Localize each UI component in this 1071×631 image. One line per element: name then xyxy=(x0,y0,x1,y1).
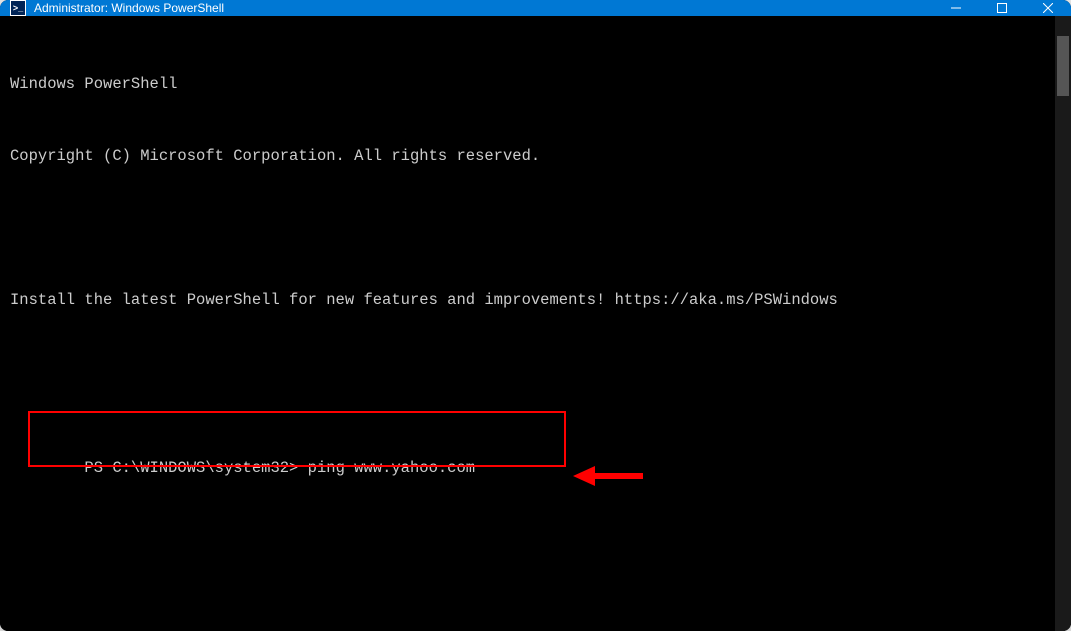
output-line: Copyright (C) Microsoft Corporation. All… xyxy=(10,144,1045,168)
close-button[interactable] xyxy=(1025,0,1071,16)
blank-line xyxy=(10,360,1045,384)
blank-line xyxy=(10,216,1045,240)
maximize-button[interactable] xyxy=(979,0,1025,16)
powershell-window: >_ Administrator: Windows PowerShell Win… xyxy=(0,0,1071,631)
scrollbar[interactable] xyxy=(1055,16,1071,631)
command-line: PS C:\WINDOWS\system32> ping www.yahoo.c… xyxy=(10,432,1045,528)
blank-line xyxy=(10,576,1045,600)
output-line: Windows PowerShell xyxy=(10,72,1045,96)
prompt-command: PS C:\WINDOWS\system32> ping www.yahoo.c… xyxy=(84,459,475,477)
arrow-annotation-icon xyxy=(480,440,645,520)
minimize-button[interactable] xyxy=(933,0,979,16)
window-controls xyxy=(933,0,1071,16)
window-title: Administrator: Windows PowerShell xyxy=(34,1,933,15)
output-line: Install the latest PowerShell for new fe… xyxy=(10,288,1045,312)
terminal-area: Windows PowerShell Copyright (C) Microso… xyxy=(0,16,1071,631)
powershell-icon: >_ xyxy=(10,0,26,16)
terminal-output[interactable]: Windows PowerShell Copyright (C) Microso… xyxy=(0,16,1055,631)
scrollbar-thumb[interactable] xyxy=(1057,36,1069,96)
titlebar[interactable]: >_ Administrator: Windows PowerShell xyxy=(0,0,1071,16)
